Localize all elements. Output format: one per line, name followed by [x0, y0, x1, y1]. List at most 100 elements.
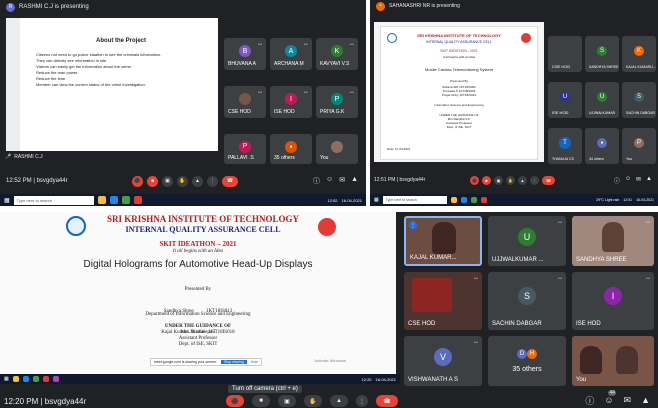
- participant-tile[interactable]: ↔ S SACHIN DABGAR: [488, 272, 566, 330]
- participant-tile[interactable]: ↔ K KAVYAVI V.S: [316, 38, 358, 70]
- participant-tile[interactable]: ⋮ KAJAL KUMAR...: [404, 216, 482, 266]
- participant-tile[interactable]: ↔ A ARCHANA M: [270, 38, 312, 70]
- avatar: U: [518, 228, 536, 246]
- camera-toggle-button[interactable]: ■: [482, 175, 491, 185]
- captions-button[interactable]: ▣: [162, 175, 173, 187]
- raise-hand-button[interactable]: ✋: [304, 395, 322, 407]
- mic-toggle-button[interactable]: ⚫: [226, 395, 244, 407]
- info-icon[interactable]: ⓘ: [313, 176, 320, 186]
- windows-start-icon[interactable]: ▦: [4, 197, 10, 204]
- people-icon[interactable]: ☺: [625, 176, 631, 185]
- participant-tile[interactable]: K KAJAL KUMARIJ...: [622, 36, 656, 72]
- participant-tile[interactable]: CSE HOD: [548, 36, 582, 72]
- more-options-button[interactable]: ⋮: [356, 395, 368, 407]
- captions-button[interactable]: ▣: [494, 175, 503, 185]
- participant-tile[interactable]: ↔ SANDHYA SHREE: [572, 216, 654, 266]
- stop-sharing-button[interactable]: Stop sharing: [221, 360, 247, 364]
- captions-button[interactable]: ▣: [278, 395, 296, 407]
- file-explorer-icon[interactable]: [97, 196, 106, 204]
- participant-tile[interactable]: P PALLAVI .S: [224, 134, 266, 164]
- app-icon[interactable]: [52, 376, 59, 382]
- chrome-browser-icon[interactable]: [32, 376, 39, 382]
- participant-name: 35 others: [512, 366, 542, 373]
- present-button[interactable]: ▲: [192, 175, 203, 187]
- avatar: P: [331, 93, 343, 106]
- presented-by: Presented By: [449, 79, 468, 83]
- participant-tile[interactable]: ↔ P PRIYA G.K: [316, 86, 358, 118]
- student: Poojar Ruby 1KT18IS043: [441, 93, 477, 97]
- camera-toggle-button[interactable]: ■: [147, 175, 158, 187]
- participant-tile[interactable]: S SANDHYA SHREE: [585, 36, 619, 72]
- participant-tile[interactable]: U UJJWALKUMAR: [585, 82, 619, 118]
- participant-tile[interactable]: T THANUJA CS: [548, 128, 582, 164]
- chrome-browser-icon[interactable]: [470, 197, 477, 203]
- project-title: Digital Holograms for Automotive Head-Up…: [83, 259, 313, 270]
- participant-tile[interactable]: U ISE HOD: [548, 82, 582, 118]
- chrome-browser-icon[interactable]: [121, 196, 130, 204]
- sharing-notice: meet.google.com is sharing your screen. …: [150, 358, 262, 366]
- people-icon[interactable]: ☺: [326, 176, 333, 186]
- presenting-label: SAHANASHRI NR is presenting: [389, 3, 460, 9]
- people-icon[interactable]: ☺ 44: [604, 390, 616, 405]
- avatar: S: [518, 287, 536, 306]
- raise-hand-button[interactable]: ✋: [177, 175, 188, 187]
- participant-tile[interactable]: ● 34 others: [585, 128, 619, 164]
- participant-tile[interactable]: D H 35 others: [488, 336, 566, 386]
- more-options-button[interactable]: ⋮: [207, 175, 218, 187]
- raise-hand-button[interactable]: ✋: [506, 175, 515, 185]
- participant-tile[interactable]: ↔ I ISE HOD: [270, 86, 312, 118]
- app-icon[interactable]: [42, 376, 49, 382]
- leave-call-button[interactable]: ☎: [376, 395, 398, 407]
- participant-tile[interactable]: ↔ U UJJWALKUMAR ...: [488, 216, 566, 266]
- participant-tile[interactable]: You: [316, 134, 358, 164]
- more-options-button[interactable]: ⋮: [530, 175, 539, 185]
- mic-off-icon: ↔: [349, 41, 355, 47]
- file-explorer-icon[interactable]: [450, 197, 457, 203]
- participant-tile[interactable]: ↔ I ISE HOD: [572, 272, 654, 330]
- edge-browser-icon[interactable]: [460, 197, 467, 203]
- participant-tile[interactable]: ↔ CSE HOD: [224, 86, 266, 118]
- participant-tile[interactable]: ↔ V VISHWANATH A S: [404, 336, 482, 386]
- leave-call-button[interactable]: ☎: [542, 175, 555, 185]
- edge-browser-icon[interactable]: [109, 196, 118, 204]
- hide-button[interactable]: Hide: [251, 360, 258, 364]
- meet-screenshot-1: R RASHMI C.J is presenting About the Pro…: [0, 0, 366, 206]
- app-icon[interactable]: [133, 196, 142, 204]
- taskbar-date: 16-04-2021: [341, 197, 362, 203]
- participant-tile[interactable]: You: [572, 336, 654, 386]
- app-icon[interactable]: [480, 197, 487, 203]
- camera-toggle-button[interactable]: ■: [252, 395, 270, 407]
- taskbar-search-input[interactable]: Type here to search: [382, 196, 447, 204]
- mic-toggle-button[interactable]: ⚫: [470, 175, 479, 185]
- avatar: ●: [597, 138, 607, 149]
- activities-icon[interactable]: ▲: [351, 176, 358, 186]
- present-button[interactable]: ▲: [518, 175, 527, 185]
- participant-tile[interactable]: S SACHIN DABGAR: [622, 82, 656, 118]
- participant-name: ISE HOD: [552, 110, 569, 115]
- windows-start-icon[interactable]: ▦: [374, 197, 379, 203]
- camera-feed: [616, 346, 638, 374]
- file-explorer-icon[interactable]: [12, 376, 19, 382]
- chat-icon[interactable]: ✉: [636, 176, 641, 185]
- taskbar-search-input[interactable]: Type here to search: [13, 195, 94, 205]
- edge-browser-icon[interactable]: [22, 376, 29, 382]
- windows-start-icon[interactable]: ▦: [4, 376, 9, 382]
- participant-tile[interactable]: ↔ CSE HOD: [404, 272, 482, 330]
- info-icon[interactable]: ⓘ: [585, 394, 594, 407]
- present-button[interactable]: ▲: [330, 395, 348, 407]
- presenting-bar: • SAHANASHRI NR is presenting: [370, 0, 658, 12]
- participant-tile[interactable]: P You: [622, 128, 656, 164]
- tagline: It all begins with an Idea: [172, 249, 224, 254]
- mic-toggle-button[interactable]: ⚫: [132, 175, 143, 187]
- chat-icon[interactable]: ✉: [339, 176, 345, 186]
- participant-tile[interactable]: ↔ B BHUVANA A: [224, 38, 266, 70]
- chat-icon[interactable]: ✉: [624, 395, 632, 406]
- activities-icon[interactable]: ▲: [646, 176, 652, 185]
- participant-name: SANDHYA SHREE: [576, 257, 627, 263]
- activities-icon[interactable]: ▲: [641, 395, 650, 405]
- participant-tile[interactable]: ● 35 others: [270, 134, 312, 164]
- leave-call-button[interactable]: ☎: [222, 175, 238, 187]
- meet-controls: 12:52 PM | bsvgdya44r ⚫ ■ ▣ ✋ ▲ ⋮ ☎ ⓘ ☺ …: [0, 172, 366, 190]
- taskbar-date: 16-04-2021: [375, 376, 396, 382]
- info-icon[interactable]: ⓘ: [614, 176, 620, 185]
